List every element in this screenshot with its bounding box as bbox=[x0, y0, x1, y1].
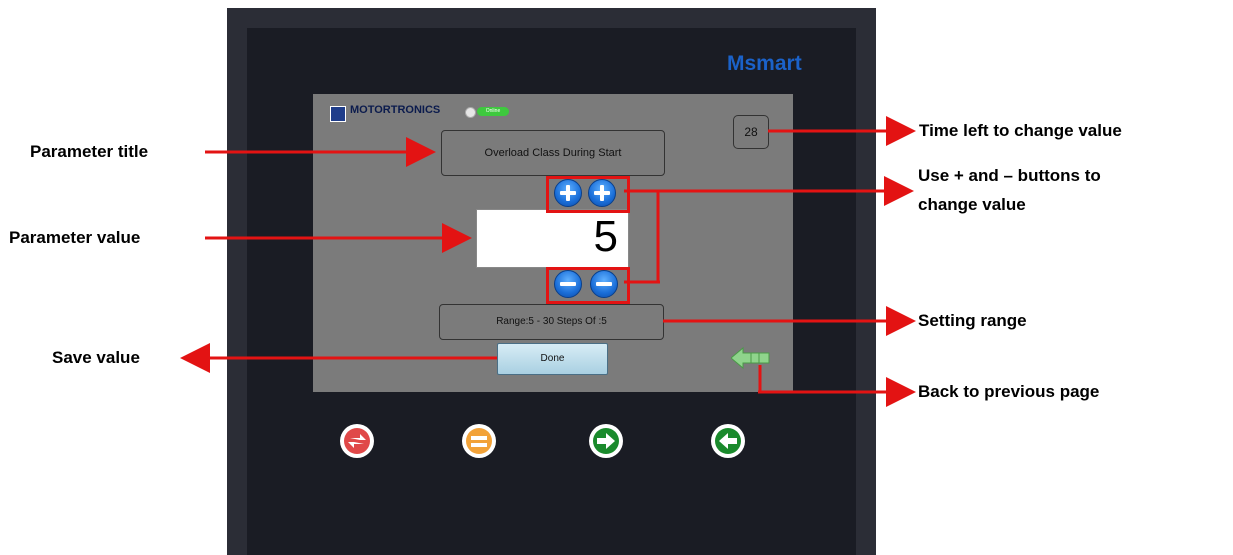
label-setting-range: Setting range bbox=[918, 311, 1027, 330]
label-back-page: Back to previous page bbox=[918, 382, 1100, 401]
label-parameter-value: Parameter value bbox=[9, 228, 141, 247]
label-parameter-title: Parameter title bbox=[30, 142, 149, 161]
callout-arrows bbox=[180, 116, 916, 407]
label-save-value: Save value bbox=[52, 348, 140, 367]
label-plus-minus-1: Use + and – buttons to bbox=[918, 166, 1101, 185]
label-time-left: Time left to change value bbox=[919, 121, 1122, 140]
label-plus-minus-2: change value bbox=[918, 195, 1026, 214]
